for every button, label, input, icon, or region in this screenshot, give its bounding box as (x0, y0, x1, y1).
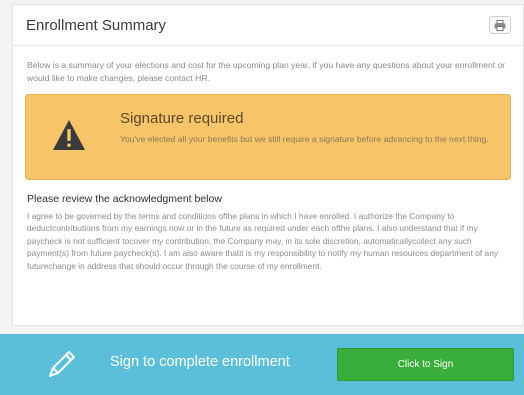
signature-required-alert: Signature required You've elected all yo… (25, 94, 511, 180)
card-header: Enrollment Summary (13, 5, 523, 46)
sign-prompt-label: Sign to complete enrollment (110, 354, 290, 370)
page-title: Enrollment Summary (26, 16, 167, 34)
acknowledgment-text: I agree to be governed by the terms and … (27, 211, 499, 271)
alert-message: You've elected all your benefits but we … (120, 134, 489, 144)
print-button[interactable] (489, 16, 511, 34)
pencil-icon (49, 351, 75, 377)
intro-text: Below is a summary of your elections and… (27, 60, 506, 83)
enrollment-summary-card: Enrollment Summary Below is a summary of… (12, 4, 524, 326)
click-to-sign-button[interactable]: Click to Sign (337, 348, 514, 381)
warning-triangle-icon (53, 120, 85, 150)
sign-bar: Sign to complete enrollment Click to Sig… (0, 334, 524, 395)
alert-title: Signature required (120, 110, 244, 127)
acknowledgment-heading: Please review the acknowledgment below (27, 193, 222, 205)
printer-icon (494, 19, 506, 31)
